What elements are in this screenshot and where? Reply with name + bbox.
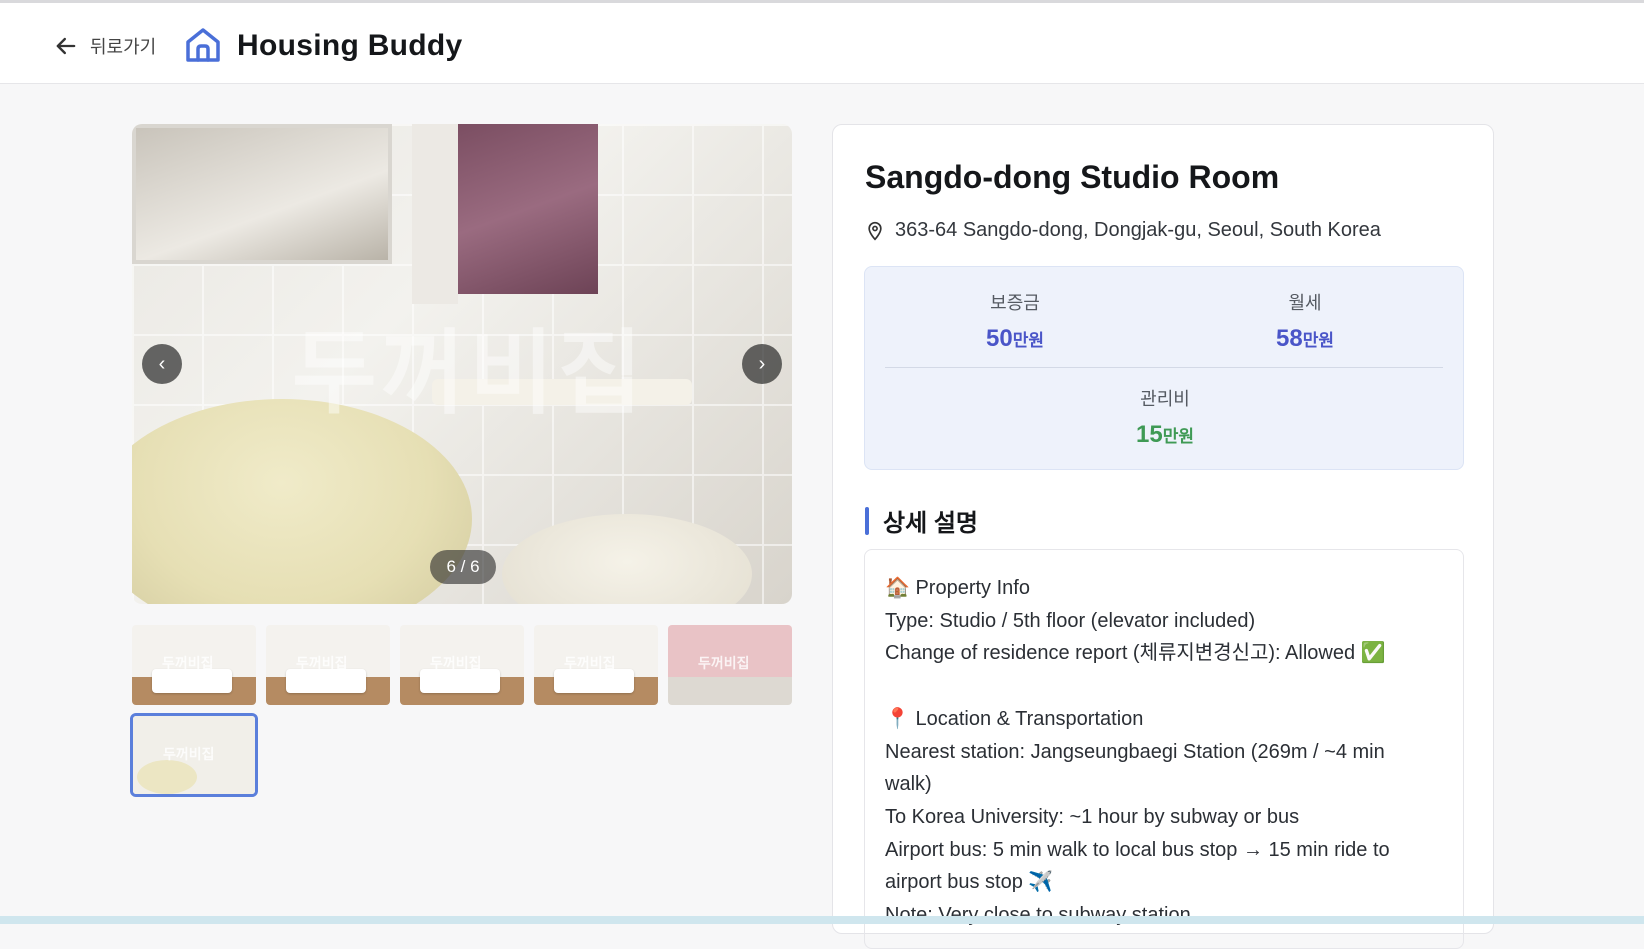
prev-photo-button[interactable]: ‹	[142, 344, 182, 384]
address-row: 363-64 Sangdo-dong, Dongjak-gu, Seoul, S…	[865, 219, 1381, 242]
monthly-rent-label: 월세	[1288, 293, 1322, 313]
maintenance-unit: 만원	[1162, 427, 1194, 446]
maintenance-value: 15만원	[1065, 421, 1265, 449]
top-bar: 뒤로가기 Housing Buddy	[0, 0, 1644, 84]
thumb-floor	[668, 677, 792, 705]
thumbnail-3[interactable]: 두꺼비집	[400, 625, 524, 705]
description-text: 🏠 Property Info Type: Studio / 5th floor…	[885, 572, 1445, 932]
address-text: 363-64 Sangdo-dong, Dongjak-gu, Seoul, S…	[895, 219, 1381, 241]
back-label: 뒤로가기	[90, 37, 157, 57]
chevron-left-icon: ‹	[158, 352, 166, 375]
taskbar-strip	[0, 916, 1644, 924]
main-photo[interactable]: 두꺼비집	[132, 124, 792, 604]
thumb-watermark: 두꺼비집	[296, 655, 348, 671]
description-line: 🏠 Property Info	[885, 577, 1030, 599]
home-icon	[186, 28, 220, 62]
description-box: 🏠 Property Info Type: Studio / 5th floor…	[864, 549, 1464, 949]
thumbnail-5[interactable]: 두꺼비집	[668, 625, 792, 705]
deposit-unit: 만원	[1012, 331, 1044, 350]
thumbnail-4[interactable]: 두꺼비집	[534, 625, 658, 705]
listing-title: Sangdo-dong Studio Room	[865, 159, 1280, 195]
listing-card: Sangdo-dong Studio Room 363-64 Sangdo-do…	[832, 124, 1494, 949]
thumbnail-1[interactable]: 두꺼비집	[132, 625, 256, 705]
description-line: 📍 Location & Transportation	[885, 707, 1144, 730]
deposit-block: 보증금 50만원	[915, 289, 1115, 353]
app-title: Housing Buddy	[237, 29, 463, 62]
deposit-amount: 50	[986, 325, 1013, 352]
monthly-rent-amount: 58	[1276, 325, 1303, 352]
back-button[interactable]: 뒤로가기	[52, 29, 156, 63]
monthly-rent-block: 월세 58만원	[1205, 289, 1405, 353]
photo-watermark: 두꺼비집	[292, 323, 647, 425]
maintenance-block: 관리비 15만원	[1065, 385, 1265, 449]
thumb-watermark: 두꺼비집	[163, 746, 215, 762]
deposit-value: 50만원	[915, 325, 1115, 353]
photo-counter: 6 / 6	[430, 550, 496, 584]
next-photo-button[interactable]: ›	[742, 344, 782, 384]
thumb-watermark: 두꺼비집	[162, 655, 214, 671]
map-pin-icon	[868, 221, 882, 241]
chevron-right-icon: ›	[758, 352, 766, 375]
photo-wall	[412, 124, 458, 304]
thumbnail-6-selected[interactable]: 두꺼비집	[130, 713, 258, 797]
arrow-left-icon	[56, 37, 76, 55]
price-divider	[885, 367, 1443, 368]
maintenance-label: 관리비	[1140, 389, 1190, 409]
thumb-watermark: 두꺼비집	[698, 655, 750, 671]
description-line: Change of residence report (체류지변경신고): Al…	[885, 642, 1386, 665]
thumbnail-2[interactable]: 두꺼비집	[266, 625, 390, 705]
price-box: 보증금 50만원 월세 58만원 관리비 15만원	[864, 266, 1464, 470]
description-line: airport bus stop ✈️	[885, 871, 1054, 894]
maintenance-amount: 15	[1136, 421, 1163, 448]
deposit-label: 보증금	[990, 293, 1040, 313]
description-line: Type: Studio / 5th floor (elevator inclu…	[885, 609, 1256, 632]
section-header: 상세 설명	[865, 503, 978, 538]
description-line	[885, 670, 1445, 703]
description-line: Airport bus: 5 min walk to local bus sto…	[885, 838, 1390, 861]
section-title: 상세 설명	[883, 510, 978, 537]
photo-cabinet	[458, 124, 598, 294]
description-line: walk)	[885, 773, 932, 796]
thumb-watermark: 두꺼비집	[430, 655, 482, 671]
description-line: Nearest station: Jangseungbaegi Station …	[885, 740, 1385, 763]
photo-mirror	[132, 124, 392, 264]
thumb-watermark: 두꺼비집	[564, 655, 616, 671]
description-line: To Korea University: ~1 hour by subway o…	[885, 805, 1300, 828]
monthly-rent-unit: 만원	[1302, 331, 1334, 350]
monthly-rent-value: 58만원	[1205, 325, 1405, 353]
thumb-sink	[137, 760, 197, 794]
section-accent-bar	[865, 506, 869, 535]
